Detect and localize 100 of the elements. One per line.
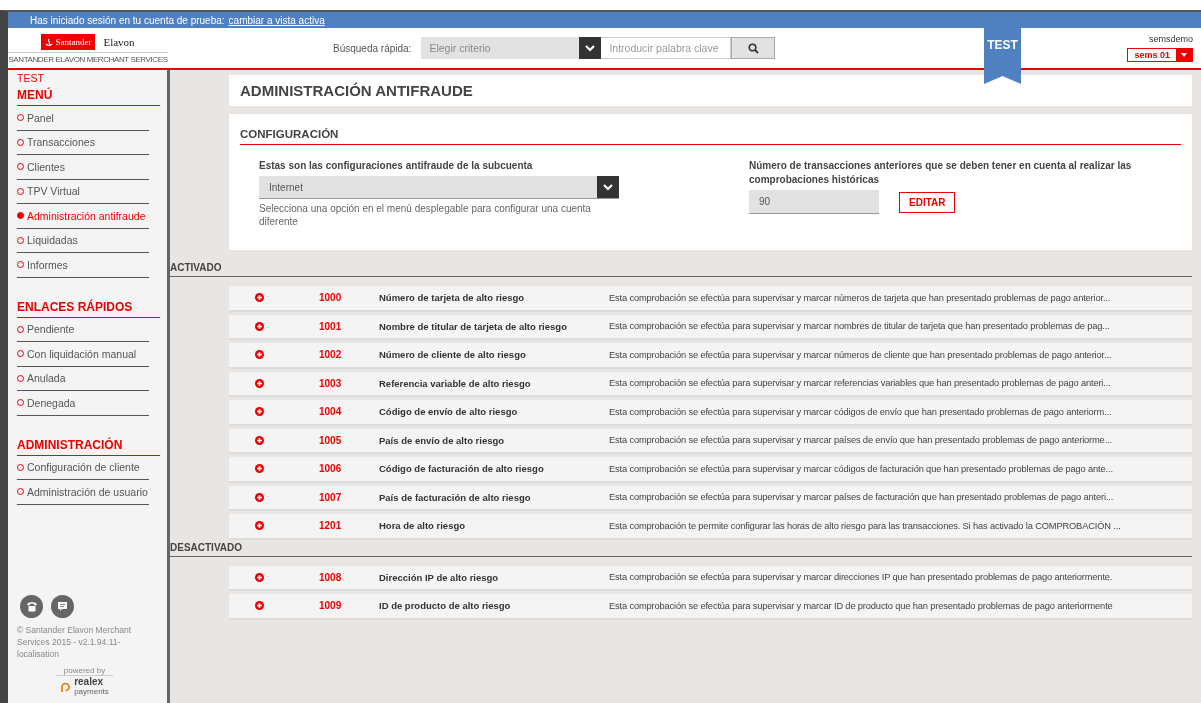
rule-row[interactable]: 1008 Dirección IP de alto riesgo Esta comprobación se efectúa para supervisar y marcar direcciones IP que han presentado problemas de pago anteriormente. [229,565,1192,591]
rule-description: Esta comprobación se efectúa para supervisar y marcar países de facturación que han presentado problemas de pago anteri... [608,492,1115,503]
rule-row[interactable]: 1004 Código de envío de alto riesgo Esta comprobación se efectúa para supervisar y marcar códigos de envío que han presentado problemas de pago anteriorm... [229,400,1192,426]
phone-button[interactable] [20,595,43,618]
account-select[interactable]: sems 01 [1127,48,1193,62]
phone-icon [25,601,38,612]
sidebar-item[interactable]: Liquidadas [17,228,149,253]
rule-name: Número de cliente de alto riesgo [378,349,527,361]
rule-description: Esta comprobación se efectúa para supervisar y marcar países de envío que han presentado problemas de pago anteriorme... [608,435,1113,446]
rule-name: Dirección IP de alto riesgo [378,571,500,583]
sidebar-item[interactable]: Administración de usuario [17,480,149,505]
rule-code: 1008 [318,571,343,583]
field-label: Estas son las configuraciones antifraude de la subcuenta [259,159,534,173]
plus-circle-icon[interactable] [254,407,264,417]
rule-code: 1000 [318,292,343,304]
plus-circle-icon[interactable] [254,350,264,360]
rule-code: 1005 [318,434,343,446]
powered-by-text: powered by [55,666,114,676]
rule-name: País de facturación de alto riesgo [378,491,532,503]
rule-row[interactable]: 1005 País de envío de alto riesgo Esta comprobación se efectúa para supervisar y marcar países de envío que han presentado problemas de pago anteriorme... [229,428,1192,454]
chevron-down-icon [603,183,613,191]
rule-row[interactable]: 1001 Nombre de titular de tarjeta de alto riesgo Esta comprobación se efectúa para supervisar y marcar nombres de titular de tarjeta que han presentado problemas de pag... [229,314,1192,340]
page-title: ADMINISTRACIÓN ANTIFRAUDE [240,82,474,99]
search-button[interactable] [731,37,776,59]
logo-tagline: SANTANDER ELAVON MERCHANT SERVICES [8,52,168,64]
section-title: CONFIGURACIÓN [240,128,1181,145]
switch-view-link[interactable]: cambiar a vista activa [228,14,325,26]
sidebar-item[interactable]: Pendiente [17,317,149,342]
rule-code: 1007 [318,491,343,503]
sidebar-item[interactable]: TPV Virtual [17,179,149,204]
rule-code: 1201 [318,520,343,532]
sidebar-item[interactable]: Informes [17,253,149,278]
rule-description: Esta comprobación se efectúa para supervisar y marcar ID de producto que han presentado problemas de pago anteriormente [608,600,1114,611]
rule-description: Esta comprobación se efectúa para supervisar y marcar códigos de facturación que han presentado problemas de pago ante... [608,463,1114,474]
plus-circle-icon[interactable] [254,464,264,474]
brand-logo-text: realex [74,677,105,687]
rule-code: 1001 [318,320,343,332]
rule-description: Esta comprobación se efectúa para supervisar y marcar direcciones IP que han presentado problemas de pago anteriormente. [608,572,1114,583]
rule-name: Código de facturación de alto riesgo [378,463,545,475]
rule-row[interactable]: 1201 Hora de alto riesgo Esta comprobación te permite configurar las horas de alto riesgo para las transacciones. Si has activado la COMPROBACIÓN ... [229,514,1192,540]
sidebar-item[interactable]: Configuración de cliente [17,455,149,480]
rule-row[interactable]: 1003 Referencia variable de alto riesgo Esta comprobación se efectúa para supervisar y marcar referencias variables que han presentado problemas de pago anteri... [229,371,1192,397]
bank-logo: Santander [41,34,96,50]
rule-row[interactable]: 1009 ID de producto de alto riesgo Esta comprobación se efectúa para supervisar y marcar ID de producto que han presentado problemas de pago anteriormente [229,594,1192,620]
environment-label: TEST [17,72,45,84]
keyword-field[interactable]: Introducir palabra clave [601,37,732,59]
help-text: Selecciona una opción en el menú desplegable para configurar una cuenta diferente [259,202,592,228]
plus-circle-icon[interactable] [254,321,264,331]
rule-row[interactable]: 1000 Número de tarjeta de alto riesgo Esta comprobación se efectúa para supervisar y marcar números de tarjeta que han presentado problemas de pago anterior... [229,286,1192,312]
rule-name: Número de tarjeta de alto riesgo [378,292,526,304]
rule-description: Esta comprobación se efectúa para supervisar y marcar códigos de envío que han presentado problemas de pago anteriorm... [608,406,1113,417]
rule-row[interactable]: 1002 Número de cliente de alto riesgo Esta comprobación se efectúa para supervisar y marcar números de cliente que han presentado problemas de pago anterior... [229,343,1192,369]
sidebar-item[interactable]: Administración antifraude [17,204,149,229]
rule-description: Esta comprobación te permite configurar las horas de alto riesgo para las transacciones. Si has activado la COMPROBACIÓN ... [608,520,1122,531]
plus-circle-icon[interactable] [254,378,264,388]
environment-ribbon: TEST [984,26,1021,84]
partner-logo: Elavon [103,36,135,48]
notice-text: Has iniciado sesión en tu cuenta de prueba: [30,14,225,26]
brand-subtitle: payments [74,687,109,697]
sidebar-heading: MENÚ [17,84,160,106]
rule-code: 1003 [318,377,343,389]
rule-description: Esta comprobación se efectúa para supervisar y marcar nombres de titular de tarjeta que han presentado problemas de pag... [608,321,1111,332]
plus-circle-icon[interactable] [254,492,264,502]
rule-description: Esta comprobación se efectúa para supervisar y marcar números de tarjeta que han presentado problemas de pago anterior... [608,292,1112,303]
sidebar-item[interactable]: Denegada [17,391,149,416]
sidebar-heading: ENLACES RÁPIDOS [17,295,160,318]
plus-circle-icon[interactable] [254,521,264,531]
subaccount-select[interactable]: Internet [259,176,619,199]
copyright-text: © Santander Elavon Merchant Services 2015 - v2.1.94.11-localisation [17,624,132,660]
plus-circle-icon[interactable] [254,293,264,303]
rule-code: 1004 [318,406,343,418]
caret-icon [1181,53,1187,57]
rule-code: 1002 [318,349,343,361]
rule-name: ID de producto de alto riesgo [378,600,512,612]
sidebar-item[interactable]: Transacciones [17,130,149,155]
sidebar-item[interactable]: Con liquidación manual [17,342,149,367]
username: semsdemo [1149,34,1193,44]
rule-name: Hora de alto riesgo [378,520,467,532]
sidebar-item[interactable]: Anulada [17,366,149,391]
rule-code: 1006 [318,463,343,475]
chat-button[interactable] [51,595,74,618]
plus-circle-icon[interactable] [254,601,264,611]
sidebar-item[interactable]: Panel [17,106,149,131]
search-label: Búsqueda rápida: [333,42,412,54]
rule-description: Esta comprobación se efectúa para supervisar y marcar números de cliente que han presentado problemas de pago anterior... [608,349,1113,360]
rule-code: 1009 [318,600,343,612]
sidebar-item[interactable]: Clientes [17,155,149,180]
rule-name: País de envío de alto riesgo [378,434,506,446]
chat-icon [57,601,68,612]
rule-description: Esta comprobación se efectúa para supervisar y marcar referencias variables que han presentado problemas de pago anteri... [608,378,1112,389]
sidebar-heading: ADMINISTRACIÓN [17,433,160,456]
rule-row[interactable]: 1006 Código de facturación de alto riesgo Esta comprobación se efectúa para supervisar y marcar códigos de facturación que han presentado problemas de pago ante... [229,457,1192,483]
plus-circle-icon[interactable] [254,435,264,445]
group-heading: DESACTIVADO [170,541,1192,557]
plus-circle-icon[interactable] [254,572,264,582]
rule-name: Código de envío de alto riesgo [378,406,519,418]
field-label: Número de transacciones anteriores que se deben tener en cuenta al realizar las comprobaciones históricas [749,159,1133,187]
history-count-field[interactable]: 90 [749,190,879,214]
rule-row[interactable]: 1007 País de facturación de alto riesgo Esta comprobación se efectúa para supervisar y marcar países de facturación que han presentado problemas de pago anteri... [229,485,1192,511]
edit-button[interactable]: EDITAR [899,191,956,213]
